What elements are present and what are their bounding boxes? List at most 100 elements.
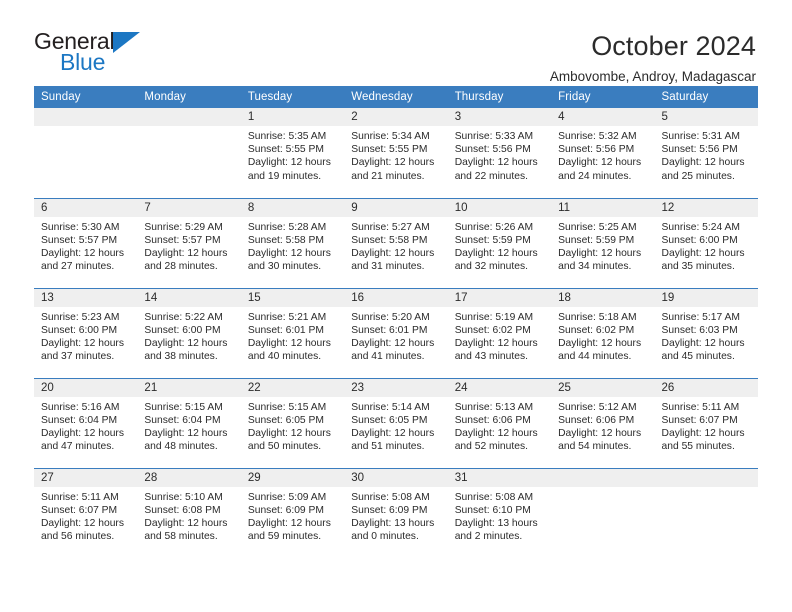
day-sunrise-text: Sunrise: 5:13 AM — [454, 401, 534, 413]
calendar-day-cell[interactable]: 1 Sunrise: 5:35 AM Sunset: 5:55 PM Daylight… — [240, 108, 345, 198]
calendar-day-cell[interactable]: 5 Sunrise: 5:31 AM Sunset: 5:56 PM Daylight… — [654, 108, 758, 198]
calendar-day-cell[interactable]: 2 Sunrise: 5:34 AM Sunset: 5:55 PM Daylight… — [344, 108, 448, 198]
day-sunrise-text: Sunrise: 5:23 AM — [41, 311, 120, 323]
day-number: 2 — [344, 108, 448, 126]
calendar-day-cell[interactable]: 19 Sunrise: 5:17 AM Sunset: 6:03 PM Dayligh… — [654, 287, 758, 378]
calendar-day-cell[interactable]: 11 Sunrise: 5:25 AM Sunset: 5:59 PM Dayligh… — [551, 197, 655, 288]
day-sunset-text: Sunset: 6:05 PM — [351, 414, 428, 426]
day-sunrise-text: Sunrise: 5:35 AM — [247, 131, 327, 142]
day-number: 9 — [344, 198, 448, 217]
day-number: 5 — [654, 108, 758, 126]
calendar-day-cell[interactable]: 30 Sunrise: 5:08 AM Sunset: 6:09 PM Dayligh… — [344, 467, 448, 558]
calendar-day-cell[interactable]: 14 Sunrise: 5:22 AM Sunset: 6:00 PM Dayligh… — [137, 287, 241, 378]
day-daylight-text: Daylight: 12 hours — [144, 247, 228, 259]
calendar-day-cell[interactable]: 7 Sunrise: 5:29 AM Sunset: 5:57 PM Daylight… — [137, 197, 241, 288]
calendar-day-cell[interactable]: 9 Sunrise: 5:27 AM Sunset: 5:58 PM Daylight… — [344, 197, 448, 288]
calendar-day-cell[interactable]: 12 Sunrise: 5:24 AM Sunset: 6:00 PM Dayligh… — [654, 197, 758, 288]
day-number: 28 — [137, 468, 241, 487]
calendar-day-cell-empty — [654, 467, 758, 558]
day-sunrise-text: Sunrise: 5:30 AM — [41, 221, 120, 233]
calendar-day-cell[interactable]: 16 Sunrise: 5:20 AM Sunset: 6:01 PM Dayligh… — [344, 287, 448, 378]
day-number: 21 — [137, 378, 241, 397]
day-details: Sunrise: 5:23 AM Sunset: 6:00 PM Daylight:… — [34, 307, 137, 364]
calendar-day-cell[interactable]: 17 Sunrise: 5:19 AM Sunset: 6:02 PM Dayligh… — [447, 287, 552, 378]
day-sunset-text: Sunset: 5:57 PM — [41, 234, 118, 246]
day-details: Sunrise: 5:14 AM Sunset: 6:05 PM Daylight:… — [344, 397, 447, 454]
day-sunset-text: Sunset: 6:05 PM — [247, 414, 324, 426]
day-daylight-text: Daylight: 12 hours — [661, 247, 745, 259]
day-daylight-text: Daylight: 12 hours — [454, 247, 538, 259]
calendar-day-cell[interactable]: 3 Sunrise: 5:33 AM Sunset: 5:56 PM Daylight… — [447, 108, 552, 198]
calendar-week-row: 6 Sunrise: 5:30 AM Sunset: 5:57 PM Daylight… — [34, 197, 758, 288]
day-sunrise-text: Sunrise: 5:15 AM — [247, 401, 327, 413]
day-details: Sunrise: 5:15 AM Sunset: 6:04 PM Daylight:… — [137, 397, 240, 454]
calendar-day-cell[interactable]: 15 Sunrise: 5:21 AM Sunset: 6:01 PM Dayligh… — [240, 287, 345, 378]
calendar-day-cell[interactable]: 8 Sunrise: 5:28 AM Sunset: 5:58 PM Daylight… — [240, 197, 345, 288]
day-number: 23 — [344, 378, 448, 397]
day-daylight-text: Daylight: 13 hours — [351, 517, 435, 529]
calendar-day-cell-empty — [34, 108, 138, 198]
calendar-day-cell[interactable]: 28 Sunrise: 5:10 AM Sunset: 6:08 PM Dayligh… — [137, 467, 241, 558]
day-daylight-text: Daylight: 12 hours — [661, 337, 745, 349]
day-number: 19 — [654, 288, 758, 307]
day-sunrise-text: Sunrise: 5:28 AM — [247, 221, 327, 233]
day-daylight-text: and 40 minutes. — [247, 351, 322, 363]
calendar-day-cell[interactable]: 25 Sunrise: 5:12 AM Sunset: 6:06 PM Dayligh… — [551, 377, 655, 468]
day-sunset-text: Sunset: 6:00 PM — [661, 234, 738, 246]
day-daylight-text: Daylight: 12 hours — [41, 427, 124, 439]
day-daylight-text: and 25 minutes. — [661, 170, 735, 182]
day-daylight-text: Daylight: 12 hours — [247, 427, 331, 439]
day-details: Sunrise: 5:35 AM Sunset: 5:55 PM Daylight:… — [241, 126, 344, 183]
day-daylight-text: and 28 minutes. — [144, 261, 218, 273]
day-number: 6 — [34, 198, 138, 217]
day-daylight-text: and 58 minutes. — [144, 531, 218, 543]
day-daylight-text: and 35 minutes. — [661, 261, 735, 273]
day-number: 15 — [240, 288, 345, 307]
calendar-day-cell-empty — [551, 467, 655, 558]
calendar-day-cell[interactable]: 29 Sunrise: 5:09 AM Sunset: 6:09 PM Dayligh… — [240, 467, 345, 558]
weekday-header-thursday: Thursday — [447, 86, 552, 108]
calendar-day-cell[interactable]: 24 Sunrise: 5:13 AM Sunset: 6:06 PM Dayligh… — [447, 377, 552, 468]
calendar-day-cell[interactable]: 13 Sunrise: 5:23 AM Sunset: 6:00 PM Dayligh… — [34, 287, 138, 378]
day-daylight-text: Daylight: 12 hours — [247, 337, 331, 349]
calendar-day-cell[interactable]: 23 Sunrise: 5:14 AM Sunset: 6:05 PM Dayligh… — [344, 377, 448, 468]
calendar-day-cell[interactable]: 26 Sunrise: 5:11 AM Sunset: 6:07 PM Dayligh… — [654, 377, 758, 468]
day-daylight-text: and 32 minutes. — [454, 261, 528, 273]
day-number: 7 — [137, 198, 241, 217]
page-title: October 2024 — [591, 31, 756, 61]
day-daylight-text: Daylight: 12 hours — [144, 517, 228, 529]
calendar-day-cell[interactable]: 10 Sunrise: 5:26 AM Sunset: 5:59 PM Dayligh… — [447, 197, 552, 288]
day-daylight-text: Daylight: 12 hours — [351, 337, 435, 349]
calendar-day-cell[interactable]: 20 Sunrise: 5:16 AM Sunset: 6:04 PM Dayligh… — [34, 377, 138, 468]
day-number: 12 — [654, 198, 758, 217]
day-number — [137, 108, 241, 126]
day-sunrise-text: Sunrise: 5:25 AM — [558, 221, 637, 233]
day-sunrise-text: Sunrise: 5:08 AM — [454, 491, 534, 503]
day-daylight-text: and 43 minutes. — [454, 351, 528, 363]
day-details: Sunrise: 5:32 AM Sunset: 5:56 PM Daylight:… — [551, 126, 654, 183]
day-daylight-text: and 56 minutes. — [41, 531, 115, 543]
day-daylight-text: and 48 minutes. — [144, 441, 218, 453]
day-details: Sunrise: 5:18 AM Sunset: 6:02 PM Daylight:… — [551, 307, 654, 364]
day-details: Sunrise: 5:11 AM Sunset: 6:07 PM Daylight:… — [34, 487, 137, 544]
calendar-day-cell[interactable]: 27 Sunrise: 5:11 AM Sunset: 6:07 PM Dayligh… — [34, 467, 138, 558]
calendar-day-cell[interactable]: 18 Sunrise: 5:18 AM Sunset: 6:02 PM Dayligh… — [551, 287, 655, 378]
day-sunrise-text: Sunrise: 5:21 AM — [247, 311, 327, 323]
calendar-day-cell[interactable]: 4 Sunrise: 5:32 AM Sunset: 5:56 PM Daylight… — [551, 108, 655, 198]
general-blue-logo: General Blue — [34, 28, 152, 80]
calendar-day-cell[interactable]: 31 Sunrise: 5:08 AM Sunset: 6:10 PM Dayligh… — [447, 467, 552, 558]
day-details: Sunrise: 5:10 AM Sunset: 6:08 PM Daylight:… — [137, 487, 240, 544]
calendar-day-cell[interactable]: 6 Sunrise: 5:30 AM Sunset: 5:57 PM Daylight… — [34, 197, 138, 288]
day-daylight-text: and 55 minutes. — [661, 441, 735, 453]
day-number — [34, 108, 138, 126]
day-daylight-text: and 38 minutes. — [144, 351, 218, 363]
calendar-day-cell[interactable]: 21 Sunrise: 5:15 AM Sunset: 6:04 PM Dayligh… — [137, 377, 241, 468]
weekday-header: Sunday Monday Tuesday Wednesday Thursday Frid… — [34, 86, 758, 108]
calendar-page: General Blue October 2024 Ambovombe, And… — [0, 0, 792, 612]
day-sunset-text: Sunset: 5:57 PM — [144, 234, 221, 246]
day-sunset-text: Sunset: 6:02 PM — [454, 324, 531, 336]
day-sunrise-text: Sunrise: 5:17 AM — [661, 311, 740, 323]
calendar-day-cell[interactable]: 22 Sunrise: 5:15 AM Sunset: 6:05 PM Dayligh… — [240, 377, 345, 468]
weekday-header-tuesday: Tuesday — [240, 86, 345, 108]
day-daylight-text: Daylight: 12 hours — [661, 427, 745, 439]
